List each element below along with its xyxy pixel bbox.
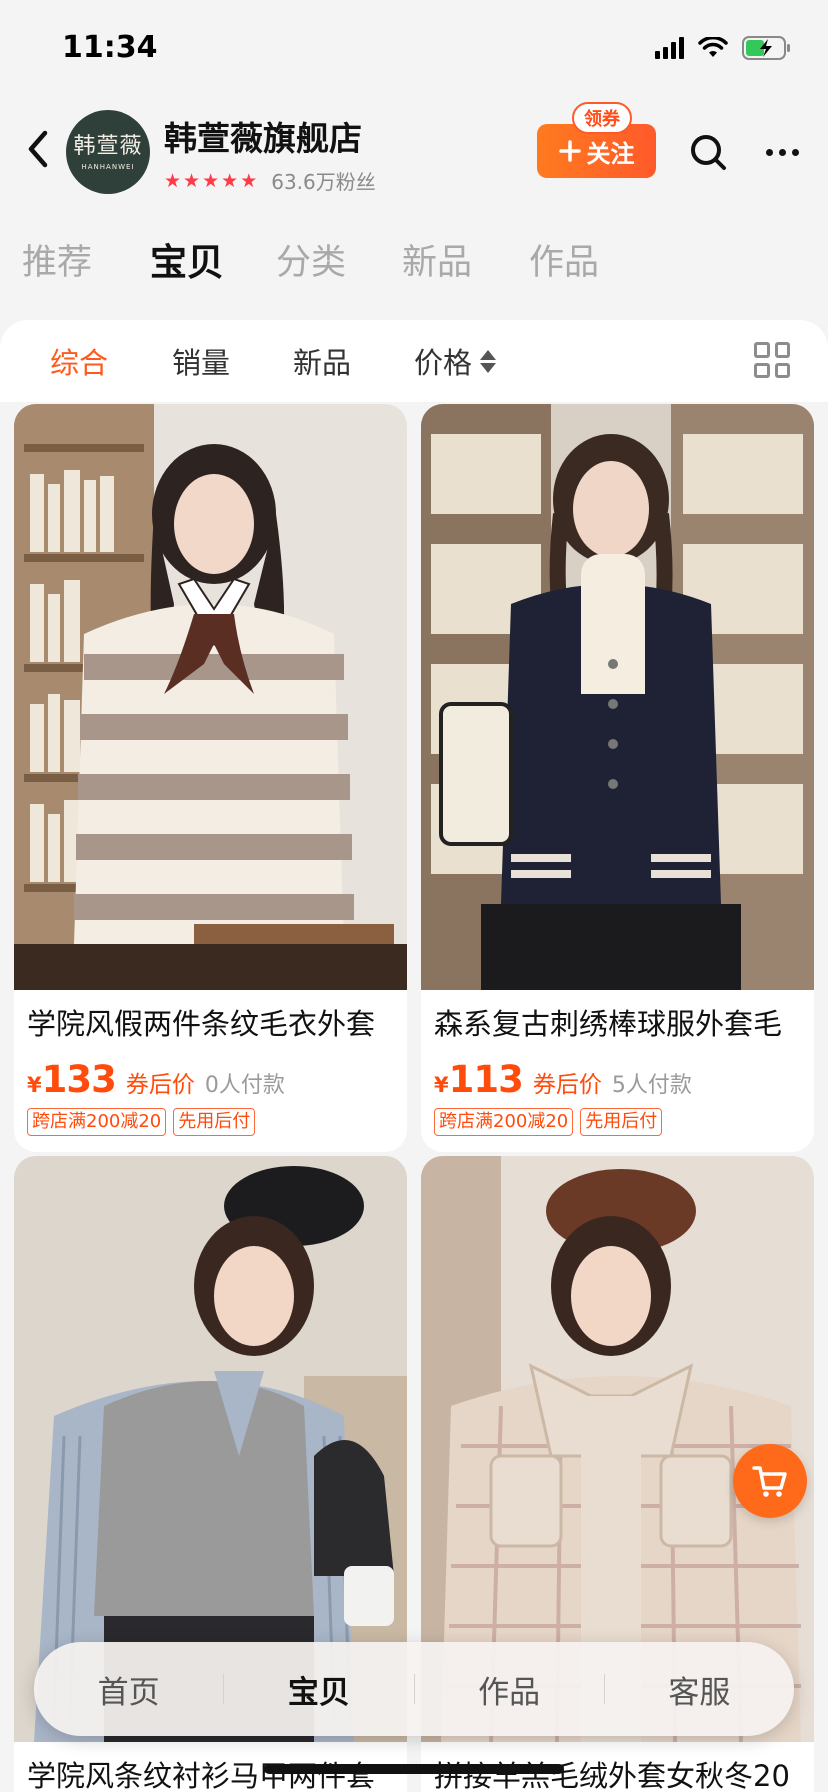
- bottom-nav: 首页 宝贝 作品 客服: [34, 1642, 794, 1736]
- nav-works[interactable]: 作品: [415, 1667, 604, 1712]
- promo-tags: 跨店满200减20 先用后付: [434, 1108, 663, 1136]
- search-button[interactable]: [686, 130, 730, 174]
- price-row: ¥ 133 券后价 0人付款: [27, 1058, 285, 1101]
- star-icon: ★: [202, 169, 220, 192]
- shop-logo[interactable]: 韩萱薇 HANHANWEI: [66, 110, 150, 194]
- tab-new-arrivals[interactable]: 新品: [402, 234, 472, 285]
- status-time: 11:34: [62, 30, 158, 65]
- promo-tags: 跨店满200减20 先用后付: [27, 1108, 256, 1136]
- sort-label: 价格: [414, 346, 473, 380]
- sort-bar: 综合 销量 新品 价格: [0, 320, 828, 402]
- product-image[interactable]: [421, 404, 814, 990]
- home-indicator[interactable]: [264, 1764, 564, 1774]
- nav-customer-service[interactable]: 客服: [605, 1667, 794, 1712]
- price-label: 券后价: [125, 1072, 195, 1098]
- promo-tag: 跨店满200减20: [27, 1108, 167, 1136]
- tab-recommend[interactable]: 推荐: [22, 234, 92, 285]
- follow-label: 关注: [586, 139, 635, 168]
- grid-icon[interactable]: [754, 342, 790, 378]
- back-button[interactable]: [18, 124, 58, 174]
- product-image[interactable]: [14, 404, 407, 990]
- status-bar: 11:34: [0, 0, 828, 100]
- shop-tabs: 推荐 宝贝 分类 新品 作品: [0, 230, 828, 290]
- price-value: 133: [41, 1058, 117, 1101]
- price-currency: ¥: [27, 1073, 42, 1097]
- sort-sales[interactable]: 销量: [172, 340, 230, 382]
- star-icon: ★: [164, 169, 182, 192]
- product-title[interactable]: 森系复古刺绣棒球服外套毛: [434, 1006, 810, 1042]
- tab-works[interactable]: 作品: [529, 234, 599, 285]
- fan-count: 63.6万粉丝: [271, 170, 376, 194]
- product-card[interactable]: 森系复古刺绣棒球服外套毛 ¥ 113 券后价 5人付款 跨店满200减20 先用…: [421, 404, 814, 1152]
- price-value: 113: [448, 1058, 524, 1101]
- sales-count: 5人付款: [611, 1073, 692, 1098]
- shop-name[interactable]: 韩萱薇旗舰店: [164, 112, 362, 160]
- back-arrow-icon: [28, 130, 48, 168]
- product-card[interactable]: 学院风假两件条纹毛衣外套 ¥ 133 券后价 0人付款 跨店满200减20 先用…: [14, 404, 407, 1152]
- status-icons: [655, 36, 792, 60]
- price-row: ¥ 113 券后价 5人付款: [434, 1058, 692, 1101]
- promo-tag: 先用后付: [580, 1108, 663, 1136]
- search-icon: [691, 135, 726, 170]
- shop-logo-text: 韩萱薇: [73, 133, 143, 159]
- shop-header: 韩萱薇 HANHANWEI 韩萱薇旗舰店 ★ ★ ★ ★ ★ 63.6万粉丝 关…: [0, 100, 828, 210]
- sort-label: 新品: [293, 346, 352, 380]
- sort-label: 销量: [172, 346, 231, 380]
- product-title[interactable]: 学院风假两件条纹毛衣外套: [27, 1006, 403, 1042]
- plus-icon: [558, 140, 581, 162]
- signal-icon: [655, 37, 684, 59]
- coupon-badge[interactable]: 领券: [572, 102, 632, 134]
- promo-tag: 跨店满200减20: [434, 1108, 574, 1136]
- product-list-panel: 综合 销量 新品 价格 学院风假两件条纹毛衣外套 ¥ 133 券后价 0人付款 …: [0, 320, 828, 1792]
- cart-button[interactable]: [733, 1444, 807, 1518]
- shop-rating-row: ★ ★ ★ ★ ★ 63.6万粉丝: [164, 166, 376, 195]
- battery-icon: [742, 36, 792, 60]
- tab-products[interactable]: 宝贝: [150, 232, 224, 286]
- star-icon: ★: [183, 169, 201, 192]
- star-icon: ★: [221, 169, 239, 192]
- cart-icon: [752, 1466, 787, 1497]
- price-currency: ¥: [434, 1073, 449, 1097]
- star-rating: ★ ★ ★ ★ ★: [164, 171, 257, 191]
- sales-count: 0人付款: [204, 1073, 285, 1098]
- price-label: 券后价: [532, 1072, 602, 1098]
- sort-price[interactable]: 价格: [414, 340, 497, 382]
- tab-categories[interactable]: 分类: [276, 234, 346, 285]
- shop-logo-subtext: HANHANWEI: [81, 162, 135, 171]
- sort-arrows-icon: [480, 349, 497, 373]
- more-icon[interactable]: [758, 138, 806, 166]
- wifi-icon: [698, 37, 728, 59]
- sort-new[interactable]: 新品: [293, 340, 351, 382]
- nav-home[interactable]: 首页: [34, 1667, 223, 1712]
- sort-label: 综合: [50, 346, 109, 380]
- promo-tag: 先用后付: [173, 1108, 256, 1136]
- nav-products[interactable]: 宝贝: [224, 1667, 413, 1712]
- star-icon: ★: [240, 169, 258, 192]
- sort-comprehensive[interactable]: 综合: [50, 340, 108, 382]
